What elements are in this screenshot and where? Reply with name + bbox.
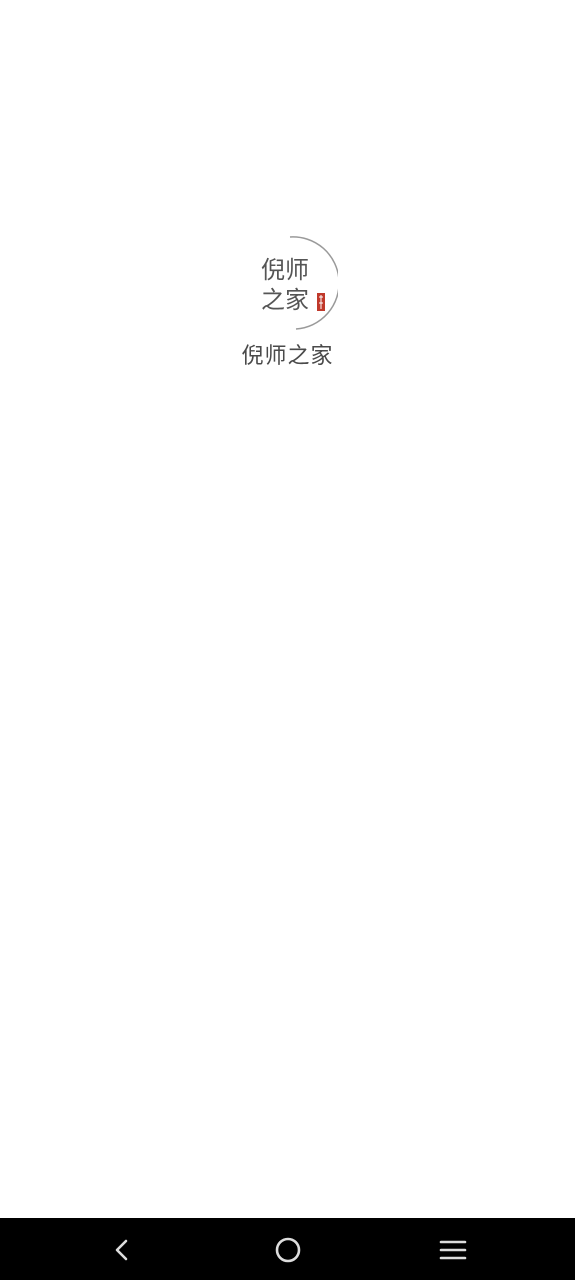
back-button[interactable] bbox=[102, 1230, 142, 1270]
splash-screen: 倪师 之家 倪师之家 bbox=[0, 0, 575, 1218]
menu-lines-icon bbox=[439, 1240, 467, 1260]
home-circle-icon bbox=[275, 1237, 301, 1263]
logo-text-line1: 倪师 bbox=[261, 256, 309, 284]
recent-apps-button[interactable] bbox=[433, 1230, 473, 1270]
app-name: 倪师之家 bbox=[241, 344, 334, 369]
logo-graphic: 倪师 之家 bbox=[261, 236, 338, 330]
logo-text-line2: 之家 bbox=[261, 286, 309, 314]
back-chevron-icon bbox=[115, 1239, 128, 1261]
logo-seal bbox=[317, 293, 325, 311]
system-navigation-bar bbox=[0, 1218, 575, 1280]
home-button[interactable] bbox=[268, 1230, 308, 1270]
app-logo: 倪师 之家 bbox=[238, 233, 338, 333]
